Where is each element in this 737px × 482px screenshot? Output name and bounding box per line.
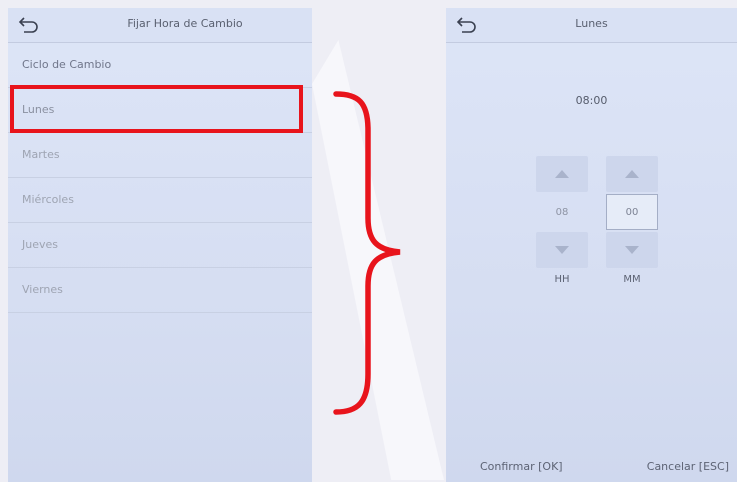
confirm-button[interactable]: Confirmar [OK] <box>480 460 563 473</box>
menu-list: Ciclo de Cambio Lunes Martes Miércoles J… <box>8 43 312 313</box>
triangle-down-icon <box>555 246 569 254</box>
hour-down-button[interactable] <box>536 232 588 268</box>
menu-item-viernes[interactable]: Viernes <box>8 268 312 313</box>
page-title: Fijar Hora de Cambio <box>127 17 243 30</box>
change-time-menu-screen: Fijar Hora de Cambio Ciclo de Cambio Lun… <box>8 8 312 482</box>
title-bar: Lunes <box>446 8 737 43</box>
menu-item-jueves[interactable]: Jueves <box>8 223 312 268</box>
triangle-up-icon <box>625 170 639 178</box>
time-display: 08:00 <box>575 94 608 107</box>
title-bar: Fijar Hora de Cambio <box>8 8 312 43</box>
menu-item-martes[interactable]: Martes <box>8 133 312 178</box>
curly-brace-annotation <box>333 91 401 415</box>
minute-spinner: 00 MM <box>606 156 658 285</box>
hour-unit-label: HH <box>554 274 570 285</box>
minute-up-button[interactable] <box>606 156 658 192</box>
cancel-button[interactable]: Cancelar [ESC] <box>647 460 729 473</box>
hour-value[interactable]: 08 <box>536 194 588 230</box>
menu-item-ciclo-de-cambio[interactable]: Ciclo de Cambio <box>8 43 312 88</box>
minute-down-button[interactable] <box>606 232 658 268</box>
back-arrow-icon[interactable] <box>18 14 40 34</box>
menu-item-lunes[interactable]: Lunes <box>8 88 312 133</box>
page-title: Lunes <box>575 17 608 30</box>
hour-up-button[interactable] <box>536 156 588 192</box>
monday-time-screen: Lunes 08:00 08 HH 00 MM Confirmar [OK] C… <box>446 8 737 482</box>
minute-unit-label: MM <box>623 274 641 285</box>
hour-spinner: 08 HH <box>536 156 588 285</box>
minute-value[interactable]: 00 <box>606 194 658 230</box>
triangle-up-icon <box>555 170 569 178</box>
menu-item-miercoles[interactable]: Miércoles <box>8 178 312 223</box>
triangle-down-icon <box>625 246 639 254</box>
